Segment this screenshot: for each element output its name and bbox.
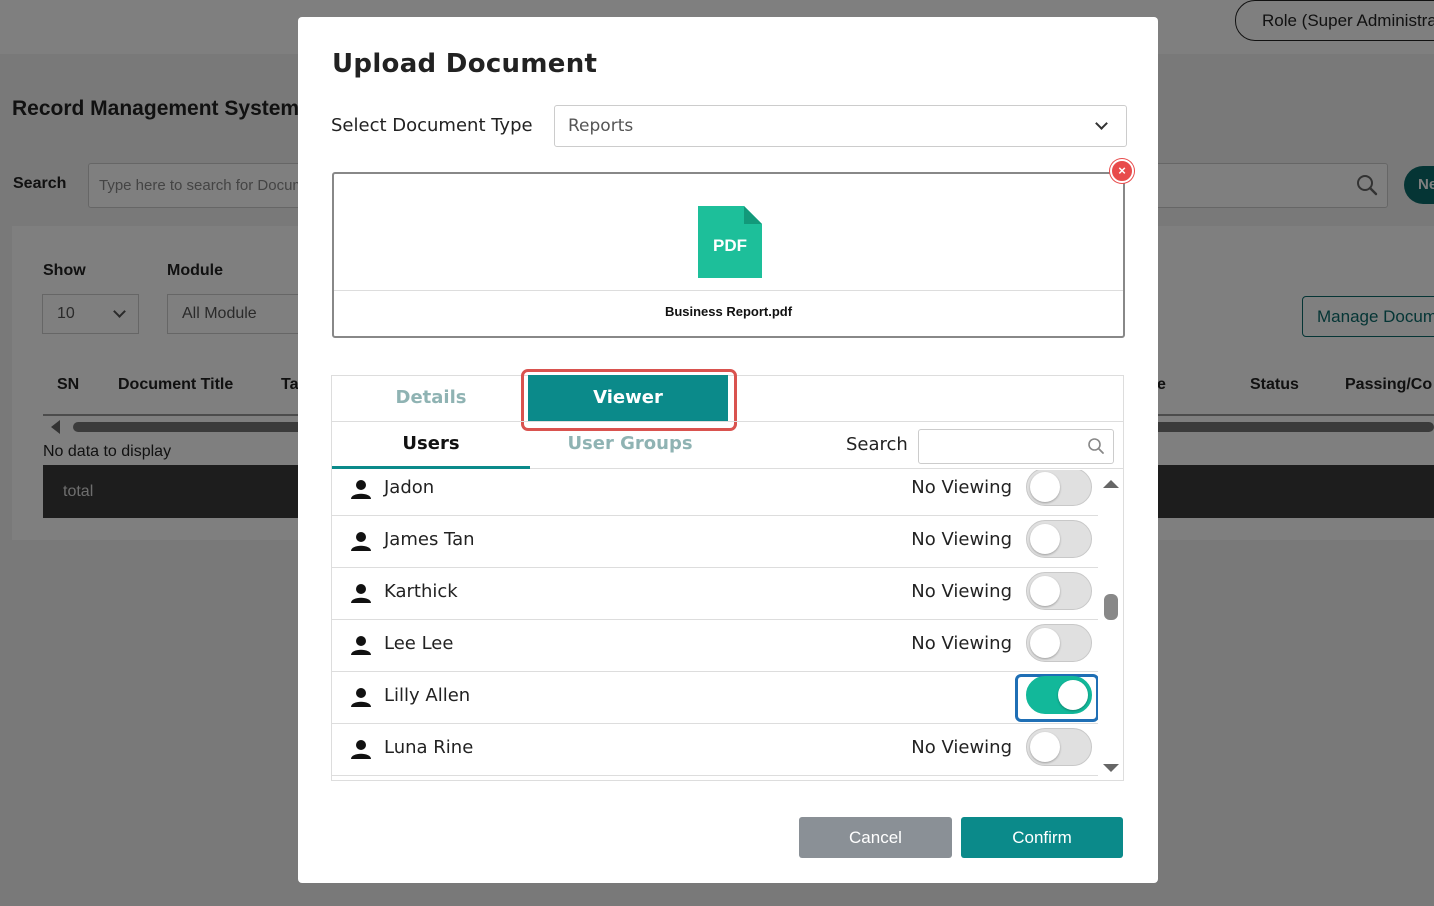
subtab-users[interactable]: Users <box>332 422 530 469</box>
upload-document-modal: Upload Document Select Document Type Rep… <box>298 17 1158 883</box>
user-icon <box>351 584 371 603</box>
tab-details[interactable]: Details <box>332 376 530 420</box>
document-type-label: Select Document Type <box>331 115 533 136</box>
viewing-toggle[interactable] <box>1026 572 1092 610</box>
tab-viewer[interactable]: Viewer <box>528 375 728 422</box>
user-row: Jadon No Viewing <box>332 470 1098 516</box>
user-icon <box>351 532 371 551</box>
user-row: Lilly Allen <box>332 672 1098 724</box>
viewing-toggle[interactable] <box>1026 728 1092 766</box>
uploaded-file-preview: PDF Business Report.pdf <box>332 172 1125 338</box>
close-icon: × <box>1118 163 1126 178</box>
cancel-button[interactable]: Cancel <box>799 817 952 858</box>
viewer-search-label: Search <box>846 434 908 455</box>
user-name: Lee Lee <box>384 633 454 654</box>
user-row: Karthick No Viewing <box>332 568 1098 620</box>
user-row: Luna Rine No Viewing <box>332 724 1098 776</box>
document-type-value: Reports <box>568 116 634 136</box>
viewing-toggle[interactable] <box>1026 520 1092 558</box>
search-icon <box>1088 438 1104 454</box>
remove-file-button[interactable]: × <box>1110 159 1134 183</box>
toggle-knob <box>1030 576 1060 606</box>
chevron-down-icon <box>1095 117 1108 130</box>
user-icon <box>351 688 371 707</box>
viewing-toggle[interactable] <box>1026 624 1092 662</box>
user-name: Karthick <box>384 581 458 602</box>
user-name: Jadon <box>384 477 435 498</box>
user-icon <box>351 740 371 759</box>
file-divider <box>334 290 1123 291</box>
user-list-scrollbar[interactable] <box>1098 470 1123 782</box>
scroll-down-icon[interactable] <box>1103 764 1119 772</box>
viewing-status: No Viewing <box>911 581 1012 602</box>
viewing-status: No Viewing <box>911 477 1012 498</box>
toggle-knob <box>1030 732 1060 762</box>
document-type-select[interactable]: Reports <box>554 105 1127 147</box>
tabs-panel: Details Viewer Users User Groups Search … <box>331 369 1124 782</box>
subtab-user-groups[interactable]: User Groups <box>530 422 730 469</box>
viewing-status: No Viewing <box>911 633 1012 654</box>
user-icon <box>351 636 371 655</box>
user-row: Lee Lee No Viewing <box>332 620 1098 672</box>
toggle-knob <box>1030 472 1060 502</box>
user-name: James Tan <box>384 529 475 550</box>
viewer-search-input[interactable] <box>918 429 1114 464</box>
subtabs-bar: Users User Groups Search <box>332 421 1123 469</box>
scroll-up-icon[interactable] <box>1103 480 1119 488</box>
viewing-status: No Viewing <box>911 737 1012 758</box>
toggle-knob <box>1030 524 1060 554</box>
scrollbar-thumb[interactable] <box>1104 594 1118 620</box>
modal-title: Upload Document <box>332 49 598 79</box>
user-icon <box>351 480 371 499</box>
user-row: James Tan No Viewing <box>332 516 1098 568</box>
viewing-toggle[interactable] <box>1026 676 1092 714</box>
user-name: Luna Rine <box>384 737 474 758</box>
viewing-status: No Viewing <box>911 529 1012 550</box>
pdf-icon-label: PDF <box>713 236 747 255</box>
pdf-file-icon: PDF <box>698 206 762 278</box>
user-name: Lilly Allen <box>384 685 471 706</box>
viewing-toggle[interactable] <box>1026 470 1092 506</box>
toggle-knob <box>1058 680 1088 710</box>
user-list: Jadon No Viewing James Tan No Viewing Ka… <box>332 470 1098 782</box>
confirm-button[interactable]: Confirm <box>961 817 1123 858</box>
toggle-knob <box>1030 628 1060 658</box>
file-name: Business Report.pdf <box>664 304 793 319</box>
